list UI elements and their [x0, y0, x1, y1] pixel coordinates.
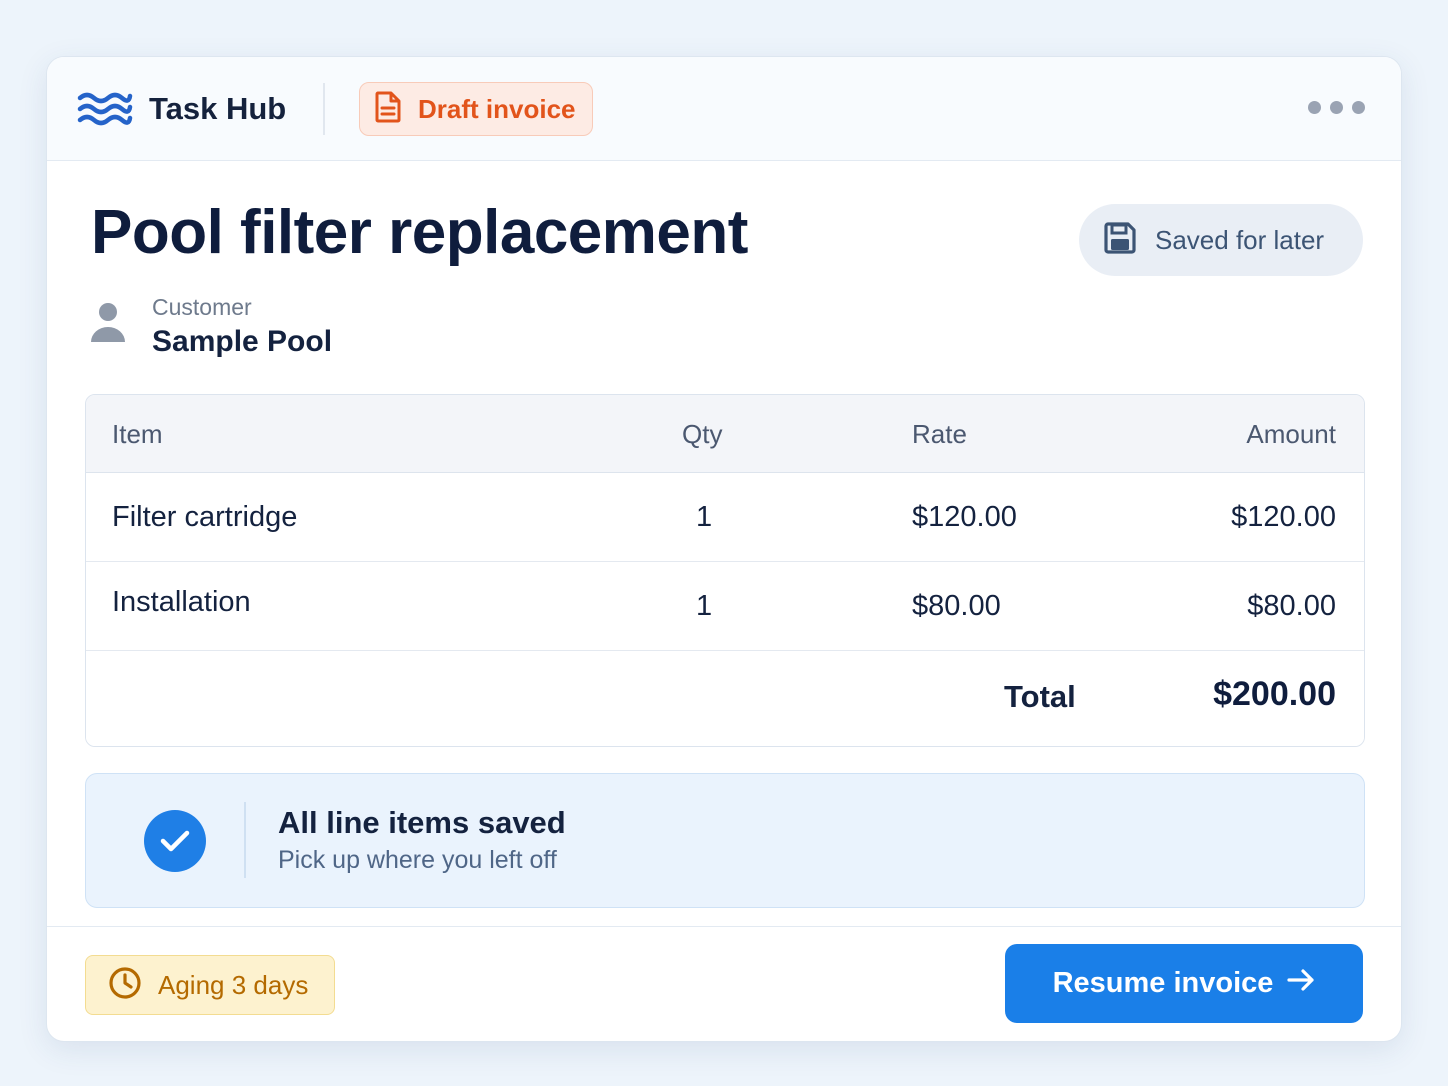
aging-label: Aging 3 days: [158, 969, 309, 1000]
save-icon: [1103, 221, 1137, 260]
row-amount: $120.00: [1231, 501, 1336, 533]
row-rate: $120.00: [912, 501, 1017, 533]
header-divider: [323, 83, 325, 135]
table-row[interactable]: Filter cartridge 1 $120.00 $120.00: [86, 473, 1364, 562]
table-row[interactable]: Installation 1 $80.00 $80.00: [86, 562, 1364, 651]
column-header-amount: Amount: [1246, 419, 1336, 449]
customer-name[interactable]: Sample Pool: [152, 325, 332, 359]
line-items-table: Item Qty Rate Amount Filter cartridge 1 …: [85, 394, 1365, 747]
table-header: Item Qty Rate Amount: [86, 395, 1364, 473]
resume-invoice-button[interactable]: Resume invoice: [1005, 944, 1363, 1023]
row-qty: 1: [696, 501, 713, 533]
saved-for-later-pill[interactable]: Saved for later: [1079, 204, 1363, 276]
status-title: All line items saved: [278, 805, 566, 840]
column-header-item: Item: [112, 419, 163, 449]
brand[interactable]: Task Hub: [77, 87, 286, 131]
top-bar: Task Hub Draft invoice: [47, 57, 1401, 161]
status-divider: [244, 802, 246, 878]
status-subtitle: Pick up where you left off: [278, 846, 557, 874]
column-header-qty: Qty: [682, 419, 723, 449]
waves-icon: [77, 91, 133, 127]
row-rate: $80.00: [912, 590, 1001, 622]
clock-icon: [108, 966, 142, 1005]
brand-name: Task Hub: [149, 91, 287, 126]
total-value: $200.00: [1213, 675, 1336, 713]
footer-divider: [47, 926, 1401, 927]
total-label: Total: [1004, 679, 1076, 714]
document-icon: [374, 91, 402, 128]
aging-badge: Aging 3 days: [85, 955, 335, 1015]
page-title: Pool filter replacement: [91, 198, 748, 267]
invoice-card: Task Hub Draft invoice Pool filter repla…: [46, 56, 1402, 1042]
more-dots-icon[interactable]: [1308, 101, 1365, 114]
user-icon: [89, 301, 127, 350]
check-icon: [144, 810, 206, 872]
resume-invoice-label: Resume invoice: [1052, 967, 1274, 999]
total-row: Total $200.00: [86, 651, 1364, 746]
draft-invoice-badge: Draft invoice: [359, 82, 593, 136]
row-item: Filter cartridge: [112, 501, 298, 533]
row-item: Installation: [112, 586, 251, 618]
row-qty: 1: [696, 590, 713, 622]
customer-label: Customer: [152, 294, 252, 320]
save-status-banner: All line items saved Pick up where you l…: [85, 773, 1365, 908]
saved-for-later-label: Saved for later: [1155, 224, 1325, 255]
arrow-right-icon: [1287, 967, 1315, 1000]
row-amount: $80.00: [1247, 590, 1336, 622]
draft-invoice-label: Draft invoice: [418, 93, 576, 124]
column-header-rate: Rate: [912, 419, 967, 449]
